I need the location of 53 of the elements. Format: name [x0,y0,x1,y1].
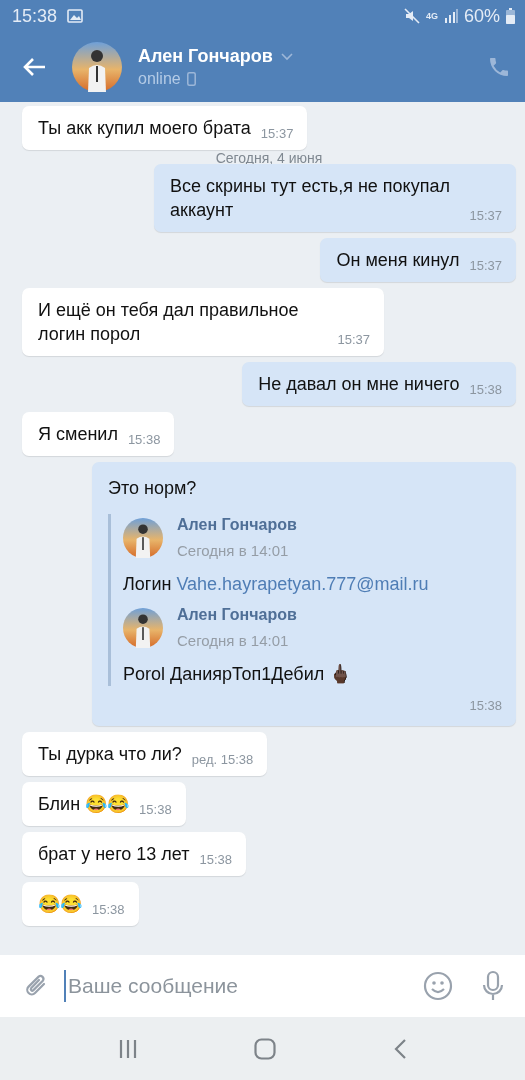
phone-icon [186,72,196,86]
email-link[interactable]: Vahe.hayrapetyan.777@mail.ru [176,574,429,594]
battery-percent: 60% [463,5,500,27]
avatar-image [123,608,163,648]
message-text: Ты дурка что ли? [38,743,182,766]
call-icon[interactable] [487,55,511,79]
message-text: Ты акк купил моего брата [38,117,251,140]
back-arrow-icon[interactable] [22,57,46,77]
message-text: Не давал он мне ничего [258,373,460,396]
message-time: ред. 15:38 [191,752,254,768]
message-time: 15:38 [139,802,172,818]
home-icon[interactable] [254,1037,277,1060]
message-time: 15:37 [260,126,294,142]
message-time: 15:37 [469,258,502,274]
clock-time: 15:38 [12,5,58,27]
message-text: Porol ДаниярТоп1Дебил 🖕🏿 [123,664,352,684]
author-name[interactable]: Ален Гончаров [177,514,297,536]
network-type: 4G [425,11,438,21]
avatar-image [123,518,163,558]
message-time: 15:38 [469,698,502,713]
online-status: online [138,70,181,88]
message-text: Все скрины тут есть,я не покупал аккаунт [170,175,451,222]
message-text: брат у него 13 лет [38,843,190,866]
message-time: 15:38 [469,382,502,398]
message-text: 😂😂 [38,893,82,916]
message-time: 15:38 [127,432,161,448]
message-time: 15:37 [469,208,502,224]
message-time: 15:38 [92,902,125,918]
message-time: 15:38 [199,852,233,868]
avatar-image [72,42,122,92]
image-icon [67,9,84,23]
mute-icon [403,8,420,24]
message-input[interactable]: Ваше сообщение [64,970,409,1002]
recent-apps-icon[interactable] [118,1038,139,1059]
message-text: Это норм? [108,477,198,500]
chevron-down-icon[interactable] [280,52,293,61]
signal-icon [443,9,458,23]
date-label: Сегодня, 4 июня [215,150,323,166]
message-text: Я сменил [38,423,118,446]
message-composer[interactable]: Ваше сообщение [0,955,525,1017]
author-name[interactable]: Ален Гончаров [177,604,297,626]
battery-icon [506,8,515,24]
message-time: Сегодня в 14:01 [177,541,290,561]
back-icon[interactable] [392,1037,407,1060]
message-time: 15:37 [337,332,370,348]
message-text: Он меня кинул [336,249,460,272]
message-text: И ещё он тебя дал правильное логин порол [38,299,300,346]
message-time: Сегодня в 14:01 [177,631,290,651]
microphone-icon[interactable] [481,970,505,1002]
smiley-icon[interactable] [423,971,453,1001]
message-text: Логин [123,574,172,594]
message-text: Блин 😂😂 [38,793,130,816]
contact-name[interactable]: Ален Гончаров [138,46,273,67]
